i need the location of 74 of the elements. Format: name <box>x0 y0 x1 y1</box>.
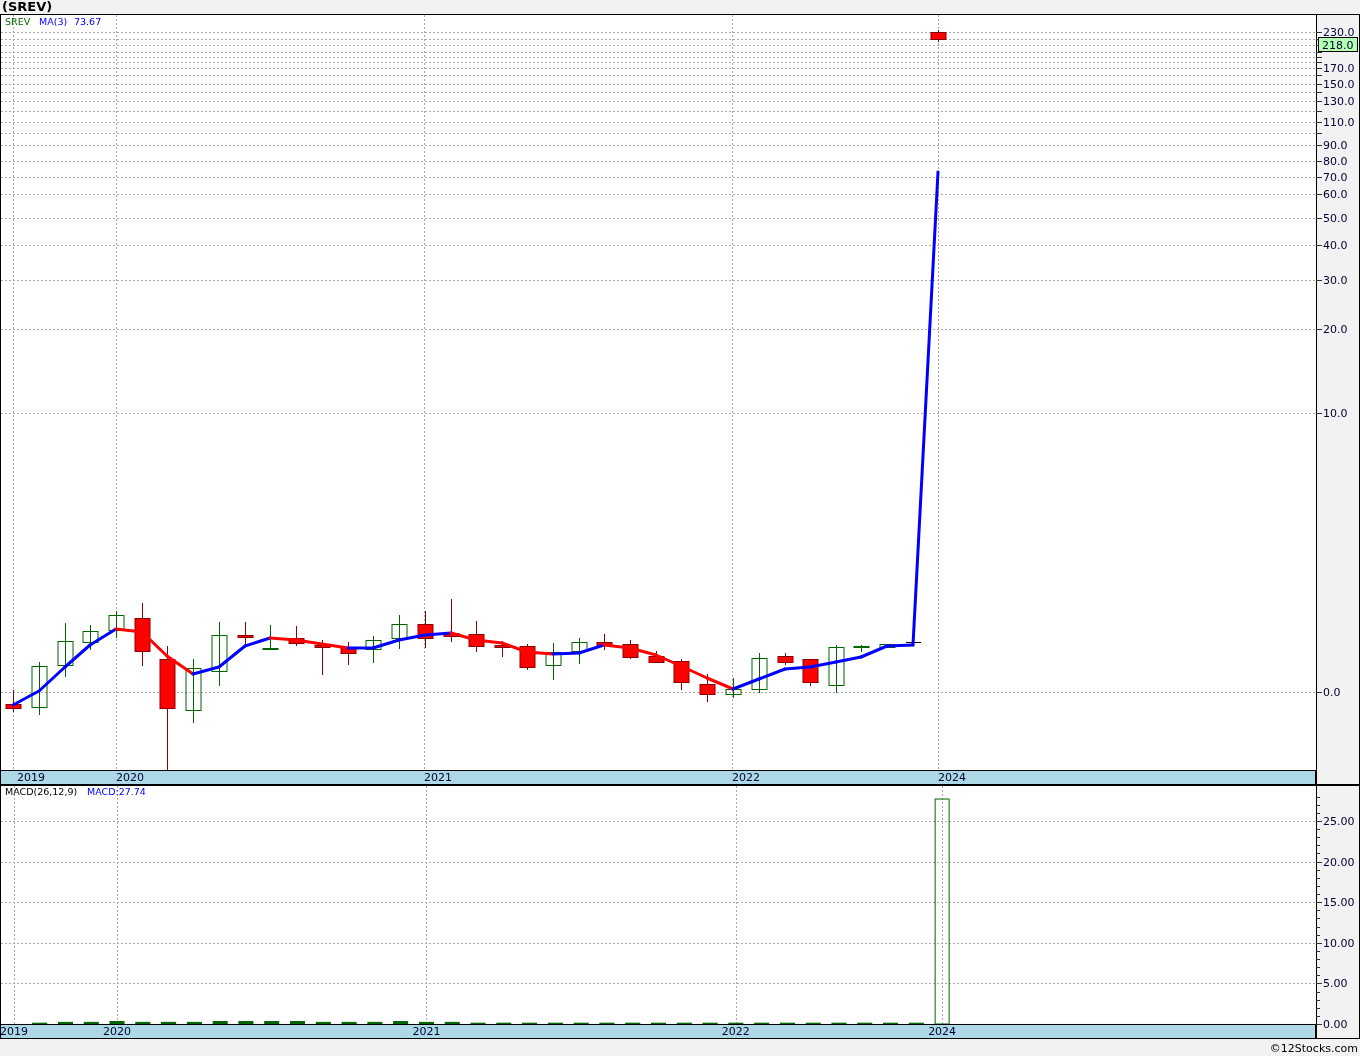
candlestick <box>905 642 922 645</box>
axis-label: 150.0 <box>1323 78 1355 91</box>
date-label: 2019 <box>0 1025 28 1038</box>
date-label: 2021 <box>412 1025 441 1038</box>
axis-label: 25.00 <box>1323 815 1355 828</box>
axis-label: 50.0 <box>1323 212 1348 225</box>
candlestick <box>57 622 74 678</box>
candlestick <box>5 689 22 713</box>
legend-text: MACD(26,12,9) <box>5 786 78 797</box>
candlestick <box>443 598 460 643</box>
legend-text: MACD:27.74 <box>87 786 146 797</box>
candlestick <box>185 658 202 724</box>
candlestick <box>673 658 690 691</box>
date-label: 2019 <box>17 771 45 784</box>
candlestick <box>365 635 382 664</box>
candlestick <box>828 644 845 694</box>
candlestick <box>725 677 742 699</box>
candlestick <box>82 624 99 651</box>
axis-label: 170.0 <box>1323 62 1355 75</box>
candlestick <box>237 621 254 646</box>
candlestick <box>545 642 562 681</box>
copyright-text: ©12Stocks.com <box>1269 1041 1358 1055</box>
axis-label: 10.0 <box>1323 407 1348 420</box>
current-price-marker: 218.0 <box>1318 37 1358 52</box>
axis-label: 20.0 <box>1323 323 1348 336</box>
candlestick <box>930 29 947 43</box>
date-label: 2022 <box>721 1025 750 1038</box>
candlestick <box>314 639 331 676</box>
axis-label: 5.00 <box>1323 977 1348 990</box>
axis-label: 0.00 <box>1323 1018 1348 1031</box>
candlestick <box>108 610 125 639</box>
date-label: 2020 <box>103 1025 132 1038</box>
candlestick <box>751 652 768 694</box>
candlestick <box>648 650 665 664</box>
candlestick <box>494 640 511 658</box>
axis-label: 230.0 <box>1323 26 1355 39</box>
axis-label: 15.00 <box>1323 896 1355 909</box>
date-label: 2022 <box>732 771 760 784</box>
candlestick <box>879 643 896 648</box>
axis-label: 60.0 <box>1323 188 1348 201</box>
candlestick <box>468 620 485 653</box>
date-label: 2024 <box>938 771 966 784</box>
date-label: 2020 <box>116 771 144 784</box>
candlestick <box>777 652 794 666</box>
candlestick <box>417 610 434 649</box>
candlestick <box>391 614 408 650</box>
axis-label: 90.0 <box>1323 139 1348 152</box>
axis-label: 80.0 <box>1323 155 1348 168</box>
axis-label: 40.0 <box>1323 239 1348 252</box>
chart-title: (SREV) <box>1 0 54 14</box>
legend-text: 73.67 <box>74 16 102 27</box>
axis-label: 20.00 <box>1323 856 1355 869</box>
axis-label: 70.0 <box>1323 171 1348 184</box>
axis-label: 30.0 <box>1323 274 1348 287</box>
candlestick <box>571 637 588 665</box>
axis-label: 110.0 <box>1323 116 1355 129</box>
candlestick <box>31 661 48 716</box>
legend-text: SREV <box>5 16 31 27</box>
candlestick <box>134 602 151 667</box>
candlestick <box>596 633 613 651</box>
candlestick <box>288 625 305 647</box>
candlestick <box>340 641 357 666</box>
candlestick <box>699 673 716 703</box>
legend-text: MA(3) <box>39 16 68 27</box>
date-label: 2024 <box>928 1025 957 1038</box>
axis-label: 0.0 <box>1323 686 1341 699</box>
candlestick <box>802 658 819 687</box>
candlestick <box>262 624 279 651</box>
candlestick <box>622 639 639 660</box>
candlestick <box>211 621 228 687</box>
date-label: 2021 <box>424 771 452 784</box>
axis-label: 10.00 <box>1323 937 1355 950</box>
candlestick <box>853 644 870 653</box>
axis-label: 130.0 <box>1323 95 1355 108</box>
